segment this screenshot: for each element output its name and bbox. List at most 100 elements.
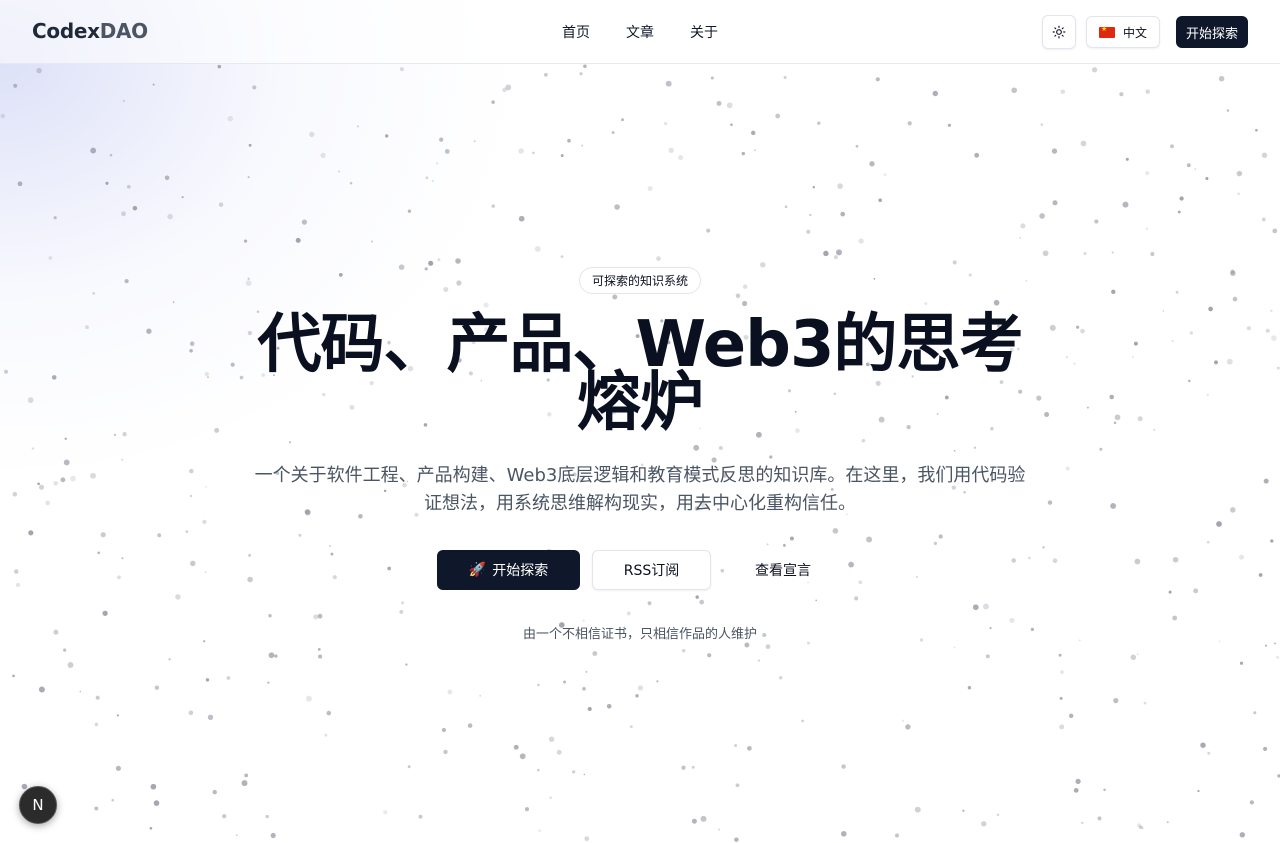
- particle-dot: [760, 262, 766, 268]
- particle-dot: [1226, 358, 1233, 365]
- theme-toggle-button[interactable]: [1042, 15, 1076, 49]
- particle-dot: [1065, 356, 1068, 358]
- particle-dot: [647, 185, 653, 192]
- particle-dot: [1166, 821, 1169, 824]
- hero-title: 代码、产品、Web3的思考熔炉: [257, 308, 1023, 440]
- particle-dot: [38, 484, 45, 490]
- nav-articles[interactable]: 文章: [626, 22, 654, 42]
- particle-dot: [153, 800, 160, 806]
- particle-dot: [1168, 590, 1172, 594]
- particle-dot: [175, 594, 181, 600]
- particle-dot: [854, 596, 859, 601]
- particle-dot: [1111, 289, 1116, 294]
- particle-dot: [305, 695, 312, 702]
- particle-dot: [1186, 163, 1191, 168]
- particle-dot: [1141, 827, 1144, 830]
- particle-dot: [1119, 92, 1124, 97]
- particle-dot: [265, 814, 269, 819]
- particle-dot: [974, 152, 980, 158]
- particle-dot: [1150, 251, 1155, 257]
- particle-dot: [244, 239, 248, 243]
- particle-dot: [1136, 653, 1139, 655]
- particle-dot: [102, 610, 108, 616]
- particle-dot: [1189, 331, 1194, 335]
- particle-dot: [105, 181, 109, 185]
- particle-dot: [1019, 237, 1022, 239]
- particle-dot: [53, 481, 58, 486]
- particle-dot: [85, 325, 89, 330]
- particle-dot: [968, 273, 972, 277]
- particle-dot: [1109, 394, 1114, 400]
- particle-dot: [115, 765, 121, 771]
- particle-dot: [190, 560, 196, 567]
- particle-dot: [518, 148, 524, 154]
- particle-dot: [1111, 251, 1114, 254]
- particle-dot: [915, 576, 918, 578]
- particle-dot: [1025, 280, 1028, 282]
- particle-dot: [832, 528, 839, 534]
- particle-dot: [536, 768, 540, 772]
- header-start-button[interactable]: 开始探索: [1176, 16, 1248, 48]
- particle-dot: [1059, 724, 1065, 730]
- rss-subscribe-button[interactable]: RSS订阅: [592, 550, 711, 590]
- particle-dot: [1218, 640, 1221, 643]
- particle-dot: [298, 533, 302, 537]
- particle-dot: [467, 723, 473, 728]
- particle-dot: [317, 648, 321, 651]
- particle-dot: [1206, 541, 1210, 544]
- particle-dot: [742, 300, 748, 307]
- particle-dot: [97, 551, 100, 555]
- particle-dot: [757, 659, 761, 662]
- maintainer-note: 由一个不相信证书，只相信作品的人维护: [522, 627, 757, 642]
- particle-dot: [1253, 711, 1257, 715]
- particle-dot: [611, 131, 615, 134]
- particle-dot: [584, 836, 590, 842]
- particle-dot: [443, 287, 449, 292]
- nextjs-dev-indicator-icon[interactable]: N: [19, 786, 57, 824]
- nav-home[interactable]: 首页: [562, 22, 590, 42]
- particle-dot: [1020, 223, 1026, 229]
- particle-dot: [779, 676, 783, 680]
- particle-dot: [1083, 252, 1087, 256]
- particle-dot: [1086, 406, 1089, 409]
- particle-dot: [932, 90, 939, 97]
- particle-dot: [548, 736, 555, 743]
- start-explore-button[interactable]: 🚀 开始探索: [437, 550, 580, 590]
- language-label: 中文: [1122, 25, 1147, 40]
- particle-dot: [67, 662, 74, 668]
- particle-dot: [1230, 269, 1235, 274]
- particle-dot: [985, 654, 990, 659]
- particle-dot: [750, 130, 756, 136]
- logo[interactable]: CodexDAO: [32, 19, 148, 43]
- particle-dot: [1080, 328, 1085, 334]
- particle-dot: [235, 834, 238, 836]
- particle-dot: [405, 663, 408, 666]
- particle-dot: [36, 67, 42, 74]
- language-selector[interactable]: 中文: [1086, 16, 1160, 48]
- particle-dot: [524, 807, 530, 812]
- particle-dot: [730, 123, 733, 126]
- particle-dot: [399, 67, 404, 72]
- particle-dot: [629, 725, 633, 729]
- particle-dot: [1270, 539, 1274, 543]
- particle-dot: [734, 837, 739, 842]
- particle-dot: [1130, 654, 1137, 661]
- particle-dot: [154, 685, 160, 690]
- particle-dot: [1239, 832, 1246, 838]
- particle-dot: [861, 438, 866, 443]
- particle-dot: [664, 122, 668, 126]
- particle-dot: [227, 115, 234, 122]
- view-manifesto-button[interactable]: 查看宣言: [740, 550, 826, 590]
- particle-dot: [295, 237, 301, 243]
- particle-dot: [0, 113, 5, 119]
- nav-about[interactable]: 关于: [690, 22, 718, 42]
- particle-dot: [933, 541, 938, 546]
- particle-dot: [572, 770, 576, 774]
- particle-dot: [181, 196, 184, 199]
- particle-dot: [1042, 250, 1049, 257]
- particle-dot: [1065, 466, 1070, 471]
- particle-dot: [407, 765, 411, 769]
- particle-dot: [1122, 201, 1129, 208]
- particle-dot: [1103, 788, 1106, 792]
- particle-dot: [185, 530, 189, 533]
